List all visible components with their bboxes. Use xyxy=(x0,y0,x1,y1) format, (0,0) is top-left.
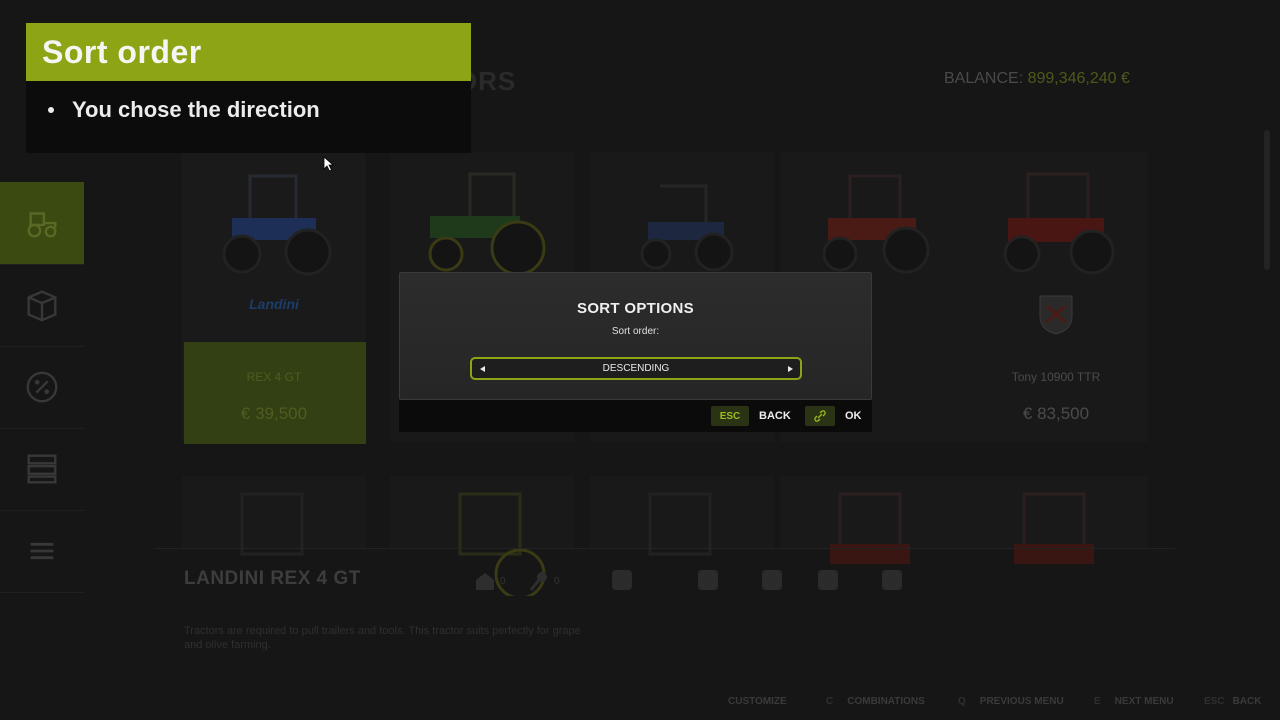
vehicle-card[interactable]: Tony 10900 TTR € 83,500 xyxy=(964,152,1148,442)
footer-combinations[interactable]: C COMBINATIONS xyxy=(826,696,925,707)
balance-value: 899,346,240 € xyxy=(1027,70,1130,87)
ok-button[interactable]: OK xyxy=(805,406,862,426)
vehicle-card[interactable] xyxy=(590,476,774,556)
weight-icon xyxy=(882,570,902,590)
sidebar-item-sales[interactable] xyxy=(0,346,84,429)
tutorial-title: Sort order xyxy=(26,23,471,81)
tractor-image xyxy=(822,174,930,274)
vehicle-description: Tractors are required to pull trailers a… xyxy=(184,625,581,651)
back-button-label: BACK xyxy=(759,410,791,422)
crate-icon xyxy=(27,290,57,322)
vehicle-card[interactable] xyxy=(780,476,964,564)
vehicle-list-scrollbar[interactable] xyxy=(1264,130,1270,270)
tractor-image xyxy=(222,174,332,276)
garage-icon xyxy=(476,573,494,590)
engine-icon xyxy=(612,570,632,590)
vehicle-price: € 39,500 xyxy=(240,404,308,423)
speed-stat xyxy=(818,570,838,590)
transmission-stat xyxy=(698,570,718,590)
dialog-subtitle: Sort order: xyxy=(611,326,660,337)
bullet-icon xyxy=(48,107,54,113)
key-icon xyxy=(529,572,547,591)
fuel-stat xyxy=(762,570,782,590)
footer-controls: CUSTOMIZE C COMBINATIONS Q PREVIOUS MENU E… xyxy=(0,696,1280,720)
key-count: 0 xyxy=(554,575,560,587)
balance-label: BALANCE: xyxy=(944,70,1024,87)
tractor-image xyxy=(1014,492,1094,564)
menu-lines-icon xyxy=(30,542,54,560)
tutorial-body: You chose the direction xyxy=(26,81,471,153)
garage-count: 0 xyxy=(500,575,506,587)
link-key-icon xyxy=(805,406,835,426)
tractor-image xyxy=(1003,172,1115,275)
footer-previous-menu[interactable]: Q PREVIOUS MENU xyxy=(958,696,1064,707)
brand-logo-shield-icon xyxy=(1039,295,1073,335)
key-count-stat: 0 xyxy=(528,570,560,592)
mouse-cursor-icon xyxy=(323,156,335,172)
weight-stat xyxy=(882,570,902,590)
sort-options-dialog: SORT OPTIONS Sort order: DESCENDING xyxy=(399,272,872,400)
sidebar-item-garage[interactable] xyxy=(0,428,84,511)
tutorial-bullet-text: You chose the direction xyxy=(72,97,320,122)
esc-key-hint: ESC xyxy=(711,406,749,426)
speedometer-icon xyxy=(818,570,838,590)
shop-sidebar xyxy=(0,100,84,600)
sidebar-item-more[interactable] xyxy=(0,510,84,593)
sort-order-selector[interactable]: DESCENDING xyxy=(470,357,802,380)
vehicle-card[interactable] xyxy=(182,476,366,556)
footer-customize[interactable]: CUSTOMIZE xyxy=(714,696,787,707)
horsepower-stat xyxy=(612,570,632,590)
tractor-image xyxy=(640,184,734,272)
dialog-title: SORT OPTIONS xyxy=(577,300,694,317)
gearbox-icon xyxy=(698,570,718,590)
sidebar-item-objects[interactable] xyxy=(0,264,84,347)
vehicle-card[interactable]: Landini REX 4 GT € 39,500 xyxy=(182,152,366,444)
brand-logo: Landini xyxy=(249,296,299,312)
selected-vehicle-title: LANDINI REX 4 GT xyxy=(184,568,361,589)
tutorial-bullet: You chose the direction xyxy=(40,97,471,123)
ok-button-label: OK xyxy=(845,410,862,422)
vehicle-name: REX 4 GT xyxy=(246,370,302,384)
dialog-button-bar: ESC BACK OK xyxy=(399,400,872,432)
vehicle-name: Tony 10900 TTR xyxy=(1011,370,1101,384)
selector-right-arrow-icon[interactable] xyxy=(784,363,796,374)
back-button[interactable]: ESC BACK xyxy=(711,406,791,426)
garage-list-icon xyxy=(27,454,57,484)
fuel-pump-icon xyxy=(762,570,782,590)
divider xyxy=(155,548,1175,549)
percent-icon xyxy=(26,371,58,403)
vehicle-card[interactable] xyxy=(390,476,574,596)
footer-back[interactable]: ESC BACK xyxy=(1204,696,1261,707)
sort-order-value: DESCENDING xyxy=(602,363,670,374)
balance-display: BALANCE: 899,346,240 € xyxy=(944,70,1130,88)
tractor-icon xyxy=(27,212,57,238)
selection-highlight xyxy=(184,342,366,444)
tractor-image xyxy=(428,172,546,276)
garage-count-stat: 0 xyxy=(474,570,506,592)
vehicle-card[interactable] xyxy=(964,476,1148,564)
sidebar-item-vehicles[interactable] xyxy=(0,182,84,265)
tutorial-bullet-list: You chose the direction xyxy=(40,97,471,123)
footer-next-menu[interactable]: E NEXT MENU xyxy=(1094,696,1174,707)
vehicle-price: € 83,500 xyxy=(1022,404,1090,423)
